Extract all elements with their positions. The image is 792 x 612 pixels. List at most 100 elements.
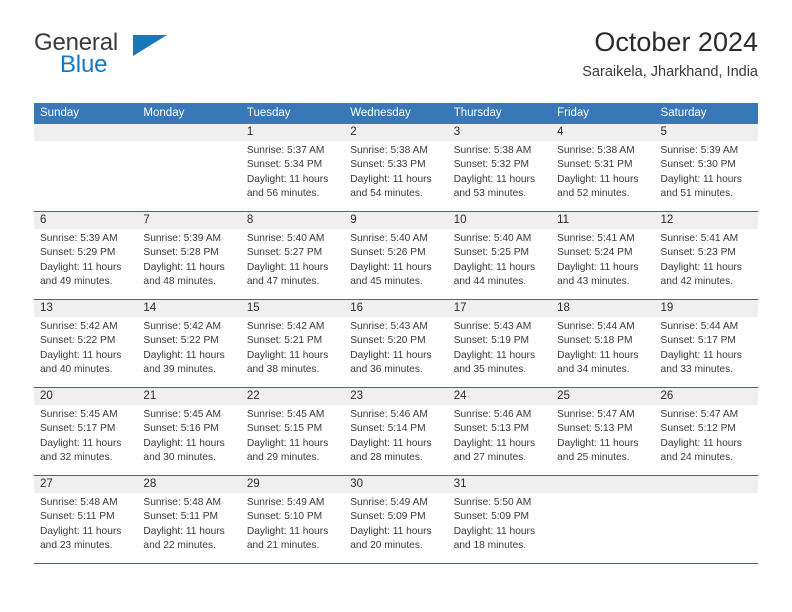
- calendar-day-cell[interactable]: 6 Sunrise: 5:39 AM Sunset: 5:29 PM Daylight…: [34, 212, 138, 299]
- calendar-day-cell[interactable]: 19 Sunrise: 5:44 AM Sunset: 5:17 PM Dayligh…: [654, 300, 758, 387]
- general-blue-logo[interactable]: General Blue: [34, 30, 214, 86]
- day-info-line: Daylight: 11 hours: [143, 349, 225, 361]
- day-info-line: Daylight: 11 hours: [453, 349, 536, 361]
- calendar-day-cell[interactable]: 3 Sunrise: 5:38 AM Sunset: 5:32 PM Daylight…: [447, 124, 552, 211]
- calendar-day-cell[interactable]: 29 Sunrise: 5:49 AM Sunset: 5:10 PM Dayligh…: [240, 476, 345, 563]
- calendar-week-row: 13 Sunrise: 5:42 AM Sunset: 5:22 PM Dayligh…: [34, 299, 758, 387]
- day-info-line: Sunrise: 5:46 AM: [453, 409, 532, 420]
- day-info-line: Daylight: 11 hours: [143, 525, 225, 537]
- day-info-line: and 33 minutes.: [660, 364, 734, 376]
- day-info-line: Sunrise: 5:47 AM: [660, 409, 739, 420]
- day-number: 16: [350, 302, 364, 314]
- calendar-day-cell[interactable]: 10 Sunrise: 5:40 AM Sunset: 5:25 PM Dayligh…: [447, 212, 552, 299]
- calendar-day-cell[interactable]: 15 Sunrise: 5:42 AM Sunset: 5:21 PM Dayligh…: [240, 300, 345, 387]
- calendar-day-cell[interactable]: 8 Sunrise: 5:40 AM Sunset: 5:27 PM Daylight…: [240, 212, 345, 299]
- calendar-day-cell[interactable]: 12 Sunrise: 5:41 AM Sunset: 5:23 PM Dayligh…: [654, 212, 758, 299]
- day-info: Sunrise: 5:45 AM Sunset: 5:16 PM Daylight:…: [137, 405, 240, 466]
- day-info-line: Daylight: 11 hours: [246, 437, 329, 449]
- calendar-day-cell[interactable]: 13 Sunrise: 5:42 AM Sunset: 5:22 PM Dayligh…: [34, 300, 138, 387]
- calendar-day-cell[interactable]: 11 Sunrise: 5:41 AM Sunset: 5:24 PM Dayligh…: [551, 212, 655, 299]
- day-info-line: Sunrise: 5:40 AM: [453, 233, 532, 244]
- calendar-day-cell[interactable]: 1 Sunrise: 5:37 AM Sunset: 5:34 PM Daylight…: [240, 124, 345, 211]
- day-info-line: and 53 minutes.: [453, 188, 527, 200]
- day-info-line: Sunset: 5:11 PM: [143, 511, 218, 523]
- day-number-band: 30: [344, 476, 448, 493]
- day-info-line: Sunset: 5:29 PM: [40, 247, 116, 259]
- day-info-line: and 28 minutes.: [350, 452, 423, 464]
- calendar-day-cell[interactable]: 9 Sunrise: 5:40 AM Sunset: 5:26 PM Daylight…: [344, 212, 448, 299]
- location-subtitle: Saraikela, Jharkhand, India: [582, 64, 758, 80]
- calendar-day-cell[interactable]: 27 Sunrise: 5:48 AM Sunset: 5:11 PM Dayligh…: [34, 476, 138, 563]
- calendar-day-cell[interactable]: 18 Sunrise: 5:44 AM Sunset: 5:18 PM Dayligh…: [551, 300, 655, 387]
- calendar-day-cell[interactable]: 28 Sunrise: 5:48 AM Sunset: 5:11 PM Dayligh…: [137, 476, 241, 563]
- calendar-day-cell[interactable]: 25 Sunrise: 5:47 AM Sunset: 5:13 PM Dayligh…: [551, 388, 655, 475]
- day-info-line: and 21 minutes.: [246, 540, 320, 552]
- day-info-line: Sunrise: 5:49 AM: [246, 497, 325, 508]
- calendar-table: Sunday Monday Tuesday Wednesday Thursday…: [34, 103, 758, 564]
- day-info: Sunrise: 5:45 AM Sunset: 5:15 PM Daylight:…: [241, 405, 344, 466]
- day-info-line: Sunrise: 5:39 AM: [143, 233, 222, 244]
- calendar-day-cell[interactable]: 21 Sunrise: 5:45 AM Sunset: 5:16 PM Dayligh…: [137, 388, 241, 475]
- calendar-day-cell[interactable]: 23 Sunrise: 5:46 AM Sunset: 5:14 PM Dayligh…: [344, 388, 448, 475]
- day-info-line: Sunset: 5:20 PM: [350, 335, 426, 347]
- calendar-day-cell[interactable]: 31 Sunrise: 5:50 AM Sunset: 5:09 PM Dayligh…: [447, 476, 552, 563]
- day-number-band: 19: [654, 300, 758, 317]
- calendar-day-cell[interactable]: 20 Sunrise: 5:45 AM Sunset: 5:17 PM Dayligh…: [34, 388, 138, 475]
- day-number-band: 31: [447, 476, 552, 493]
- calendar-day-cell[interactable]: 5 Sunrise: 5:39 AM Sunset: 5:30 PM Daylight…: [654, 124, 758, 211]
- calendar-day-cell[interactable]: 14 Sunrise: 5:42 AM Sunset: 5:22 PM Dayligh…: [137, 300, 241, 387]
- day-info: Sunrise: 5:42 AM Sunset: 5:21 PM Daylight:…: [241, 317, 344, 378]
- day-info-line: Sunset: 5:32 PM: [453, 159, 530, 171]
- day-info-line: Sunset: 5:28 PM: [143, 247, 219, 259]
- day-number-band: 7: [137, 212, 241, 229]
- day-info-line: and 27 minutes.: [453, 452, 527, 464]
- calendar-day-cell[interactable]: 7 Sunrise: 5:39 AM Sunset: 5:28 PM Daylight…: [137, 212, 241, 299]
- day-number: 27: [40, 478, 53, 490]
- day-info: [551, 493, 654, 496]
- day-info-line: Sunset: 5:25 PM: [453, 247, 530, 259]
- day-info-line: and 54 minutes.: [350, 188, 423, 200]
- calendar-day-cell[interactable]: 30 Sunrise: 5:49 AM Sunset: 5:09 PM Dayligh…: [344, 476, 448, 563]
- day-info-line: Sunrise: 5:38 AM: [350, 145, 428, 156]
- day-info: Sunrise: 5:37 AM Sunset: 5:34 PM Daylight:…: [241, 141, 344, 202]
- day-info-line: Sunrise: 5:44 AM: [557, 321, 635, 332]
- day-info-line: Sunset: 5:26 PM: [350, 247, 426, 259]
- day-number-band: 4: [551, 124, 655, 141]
- day-info-line: Sunrise: 5:38 AM: [557, 145, 635, 156]
- weekday-header-friday: Friday: [557, 107, 590, 119]
- day-number: 11: [557, 214, 570, 226]
- day-number-band: 20: [34, 388, 138, 405]
- day-info-line: Daylight: 11 hours: [660, 261, 742, 273]
- day-info-line: Sunrise: 5:43 AM: [350, 321, 428, 332]
- calendar-day-cell[interactable]: 24 Sunrise: 5:46 AM Sunset: 5:13 PM Dayligh…: [447, 388, 552, 475]
- day-info-line: Sunrise: 5:45 AM: [246, 409, 325, 420]
- day-info-line: Sunset: 5:14 PM: [350, 423, 426, 435]
- day-info-line: Sunset: 5:30 PM: [660, 159, 736, 171]
- day-info-line: Sunrise: 5:39 AM: [40, 233, 118, 244]
- day-number: 21: [143, 390, 157, 402]
- calendar-day-cell[interactable]: 4 Sunrise: 5:38 AM Sunset: 5:31 PM Daylight…: [551, 124, 655, 211]
- day-info: Sunrise: 5:40 AM Sunset: 5:27 PM Daylight:…: [241, 229, 344, 290]
- day-number: 6: [40, 214, 47, 226]
- day-info-line: Sunrise: 5:41 AM: [557, 233, 635, 244]
- calendar-day-cell[interactable]: 17 Sunrise: 5:43 AM Sunset: 5:19 PM Dayligh…: [447, 300, 552, 387]
- day-info-line: Sunset: 5:09 PM: [453, 511, 530, 523]
- day-number: 4: [557, 126, 564, 138]
- calendar-day-cell[interactable]: 26 Sunrise: 5:47 AM Sunset: 5:12 PM Dayligh…: [654, 388, 758, 475]
- calendar-day-cell[interactable]: 2 Sunrise: 5:38 AM Sunset: 5:33 PM Daylight…: [344, 124, 448, 211]
- page-header: General Blue October 2024 Saraikela, Jha…: [34, 26, 758, 96]
- calendar-day-cell[interactable]: 16 Sunrise: 5:43 AM Sunset: 5:20 PM Dayligh…: [344, 300, 448, 387]
- calendar-week-cells: 13 Sunrise: 5:42 AM Sunset: 5:22 PM Dayligh…: [34, 300, 758, 387]
- day-info-line: Daylight: 11 hours: [350, 173, 432, 185]
- day-info-line: Sunset: 5:33 PM: [350, 159, 426, 171]
- calendar-day-cell[interactable]: 22 Sunrise: 5:45 AM Sunset: 5:15 PM Dayligh…: [240, 388, 345, 475]
- day-info-line: Sunset: 5:12 PM: [660, 423, 736, 435]
- day-info: [34, 141, 137, 144]
- day-number-band: 26: [654, 388, 758, 405]
- day-info-line: Sunset: 5:22 PM: [40, 335, 116, 347]
- day-number-band: 21: [137, 388, 241, 405]
- day-info-line: and 25 minutes.: [557, 452, 630, 464]
- calendar-week-cells: 20 Sunrise: 5:45 AM Sunset: 5:17 PM Dayligh…: [34, 388, 758, 475]
- day-info-line: Sunset: 5:15 PM: [246, 423, 323, 435]
- day-info-line: Sunrise: 5:38 AM: [453, 145, 532, 156]
